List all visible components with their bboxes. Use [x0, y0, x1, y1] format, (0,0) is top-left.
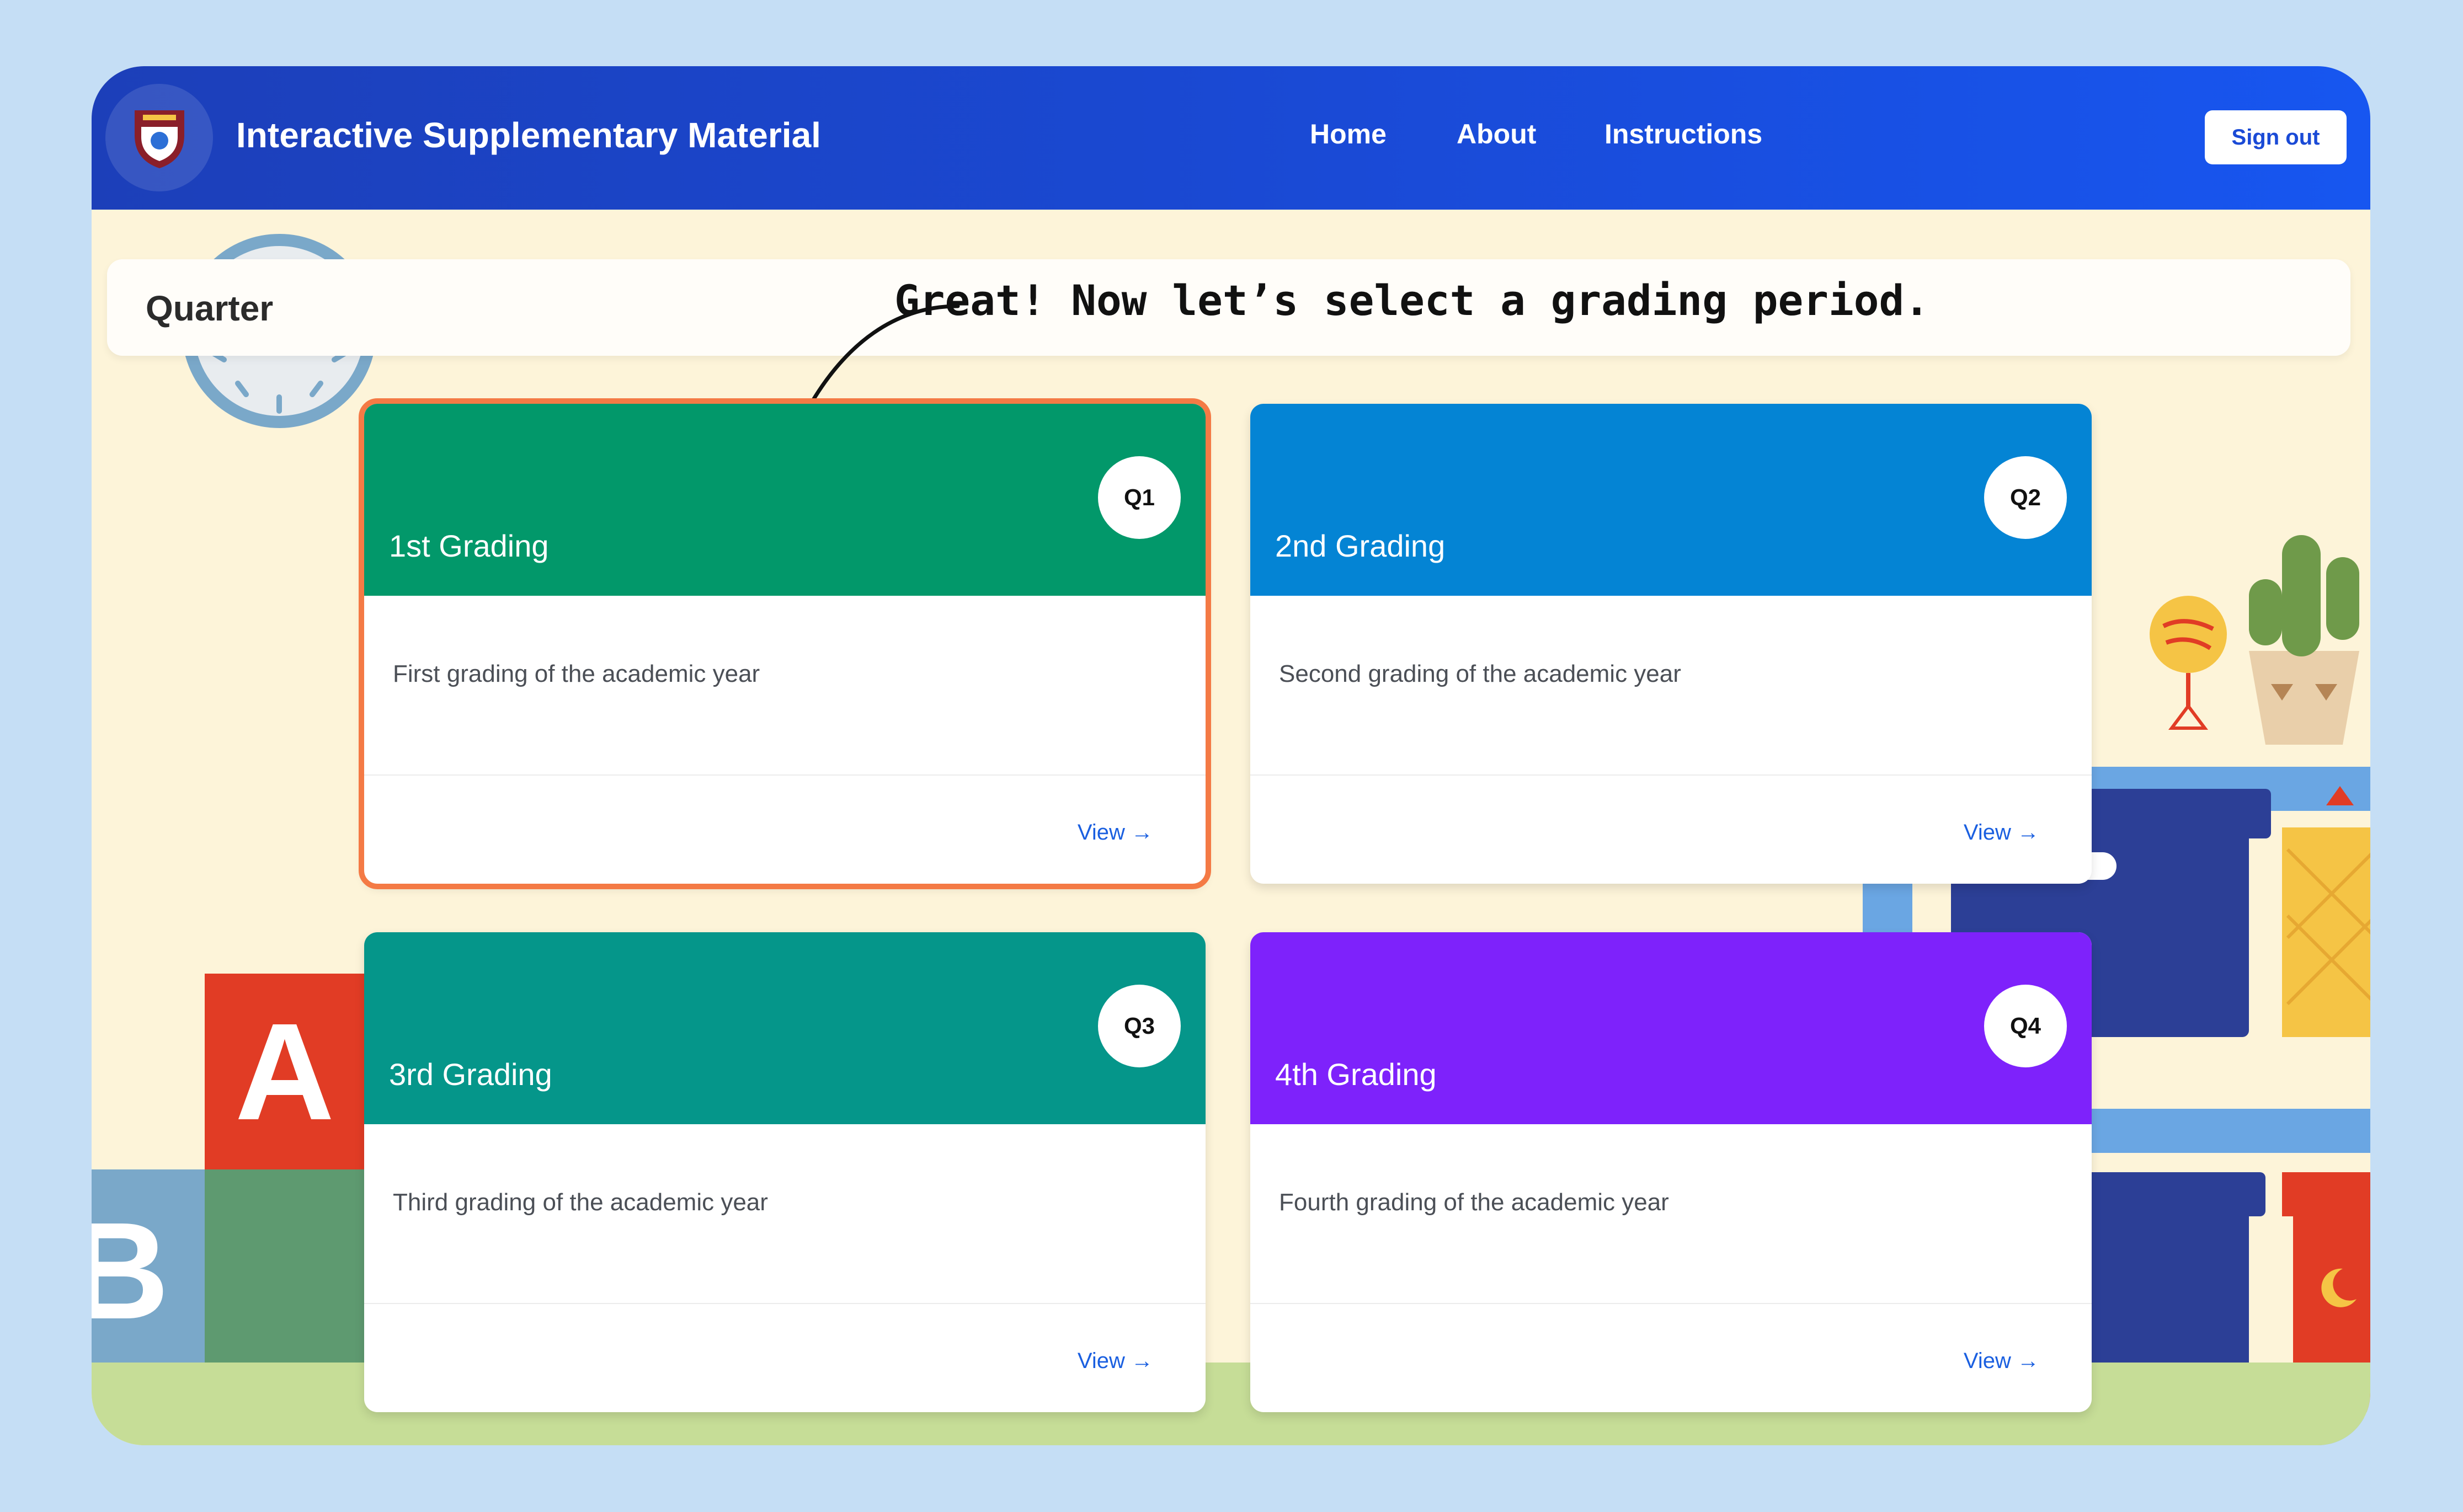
grading-card-q1[interactable]: 1st Grading Q1 First grading of the acad…: [359, 398, 1211, 889]
quarter-badge: Q3: [1098, 985, 1181, 1067]
app-title: Interactive Supplementary Material: [236, 115, 821, 155]
app-window: A B Interactive Supplementary Material H…: [92, 66, 2370, 1445]
shield-logo-icon: [134, 110, 184, 168]
school-logo: [105, 84, 213, 191]
card-description: Third grading of the academic year: [393, 1189, 768, 1216]
card-title: 3rd Grading: [389, 1057, 552, 1092]
letter-block-b-label: B: [92, 1194, 169, 1348]
green-block: [205, 1169, 370, 1368]
letter-block-a: A: [205, 974, 365, 1169]
letter-block-a-label: A: [234, 995, 335, 1148]
card-divider: [364, 774, 1206, 776]
card-header: 1st Grading Q1: [364, 404, 1206, 596]
view-link[interactable]: View →: [1078, 820, 1153, 845]
quarter-badge: Q2: [1984, 456, 2067, 539]
card-divider: [1250, 1303, 2092, 1304]
view-link[interactable]: View →: [1964, 820, 2039, 845]
tutorial-annotation: Great! Now let’s select a grading period…: [894, 276, 1929, 325]
section-title: Quarter: [146, 288, 274, 328]
card-title: 1st Grading: [389, 528, 549, 563]
grading-card-q3[interactable]: 3rd Grading Q3 Third grading of the acad…: [364, 932, 1206, 1412]
top-navbar: Interactive Supplementary Material Home …: [92, 66, 2370, 210]
card-title: 2nd Grading: [1275, 528, 1446, 563]
letter-block-b: B: [92, 1169, 205, 1368]
quarter-badge: Q4: [1984, 985, 2067, 1067]
card-header: 3rd Grading Q3: [364, 932, 1206, 1124]
nav-instructions-link[interactable]: Instructions: [1604, 118, 1762, 150]
card-header: 4th Grading Q4: [1250, 932, 2092, 1124]
card-title: 4th Grading: [1275, 1057, 1437, 1092]
quarter-badge: Q1: [1098, 456, 1181, 539]
card-description: Second grading of the academic year: [1279, 660, 1681, 687]
grading-card-q2[interactable]: 2nd Grading Q2 Second grading of the aca…: [1250, 404, 2092, 884]
card-description: Fourth grading of the academic year: [1279, 1189, 1669, 1216]
nav-home-link[interactable]: Home: [1310, 118, 1387, 150]
nav-about-link[interactable]: About: [1457, 118, 1536, 150]
card-header: 2nd Grading Q2: [1250, 404, 2092, 596]
sign-out-button[interactable]: Sign out: [2205, 110, 2347, 164]
card-divider: [364, 1303, 1206, 1304]
card-divider: [1250, 774, 2092, 776]
view-link[interactable]: View →: [1964, 1349, 2039, 1374]
view-link[interactable]: View →: [1078, 1349, 1153, 1374]
grading-card-q4[interactable]: 4th Grading Q4 Fourth grading of the aca…: [1250, 932, 2092, 1412]
card-description: First grading of the academic year: [393, 660, 760, 687]
